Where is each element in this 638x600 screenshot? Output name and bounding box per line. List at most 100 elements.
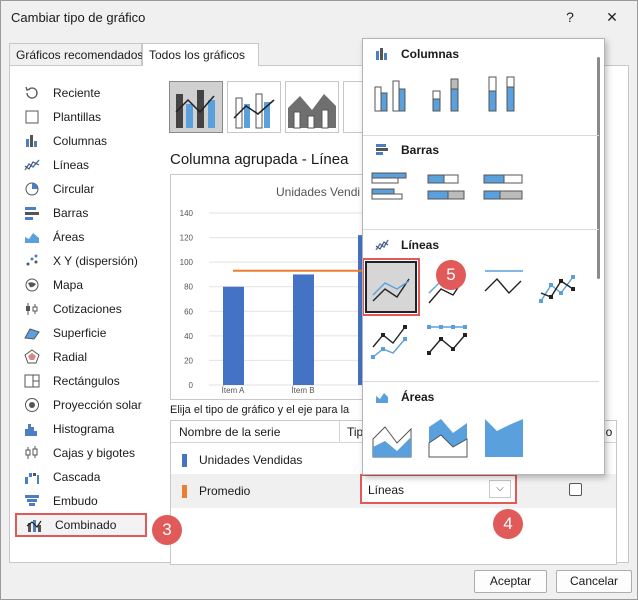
subtype-column-line-secondary-thumb[interactable] (227, 81, 281, 133)
tab-all-charts[interactable]: Todos los gráficos (142, 43, 259, 66)
preview-ytick: 120 (180, 234, 194, 243)
chart-type-item[interactable]: Proyección solar (15, 393, 155, 417)
chart-type-label: Superficie (53, 326, 107, 340)
tab-recommended[interactable]: Gráficos recomendados (9, 43, 143, 66)
chart-type-item[interactable]: Cotizaciones (15, 297, 155, 321)
gallery-100-stacked-bar[interactable] (481, 167, 528, 214)
col-chart-type: Tip (347, 425, 364, 439)
gallery-divider (363, 135, 599, 136)
line-chart-icon (23, 157, 41, 173)
gallery-stacked-column[interactable] (425, 71, 472, 118)
col-divider (339, 421, 340, 443)
gallery-heading-lineas: Líneas (375, 234, 439, 256)
chart-type-item[interactable]: Plantillas (15, 105, 155, 129)
gallery-heading-barras: Barras (375, 139, 439, 161)
gallery-100-stacked-area[interactable] (481, 415, 528, 462)
chart-type-label: Proyección solar (53, 398, 142, 412)
chart-type-item[interactable]: Mapa (15, 273, 155, 297)
secondary-axis-checkbox[interactable] (569, 483, 582, 496)
histogram-chart-icon (23, 421, 41, 437)
bar-chart-icon (375, 143, 391, 157)
subtype-clustered-column-line-thumb[interactable] (169, 81, 223, 133)
box-whisker-chart-icon (23, 445, 41, 461)
preview-title: Unidades Vendi (276, 185, 360, 199)
chart-type-item[interactable]: Rectángulos (15, 369, 155, 393)
map-chart-icon (23, 277, 41, 293)
chart-type-item[interactable]: Cascada (15, 465, 155, 489)
pie-chart-icon (23, 181, 41, 197)
chart-type-label: Reciente (53, 86, 101, 100)
column-chart-icon (23, 133, 41, 149)
bar-chart-icon (23, 205, 41, 221)
gallery-100-stacked-column[interactable] (481, 71, 528, 118)
sunburst-chart-icon (23, 397, 41, 413)
help-button[interactable]: ? (557, 5, 583, 29)
area-chart-icon (375, 390, 391, 404)
series-name: Unidades Vendidas (199, 453, 303, 467)
chart-type-item[interactable]: Barras (15, 201, 155, 225)
chart-type-label: Columnas (53, 134, 108, 148)
chart-type-item[interactable]: X Y (dispersión) (15, 249, 155, 273)
combo-chart-icon (25, 517, 43, 533)
chart-type-item[interactable]: Áreas (15, 225, 155, 249)
chart-type-item[interactable]: Columnas (15, 129, 155, 153)
chart-type-label: Mapa (53, 278, 84, 292)
dialog-title: Cambiar tipo de gráfico (11, 10, 146, 25)
chart-type-item[interactable]: Reciente (15, 81, 155, 105)
callout-5: 5 (436, 260, 466, 290)
gallery-stacked-area[interactable] (425, 415, 472, 462)
chart-type-label: Áreas (53, 230, 85, 244)
preview-ytick: 140 (180, 209, 194, 218)
chart-type-label: Histograma (53, 422, 115, 436)
col-series-name: Nombre de la serie (179, 425, 281, 439)
chart-type-label: Radial (53, 350, 88, 364)
title-bar: Cambiar tipo de gráfico ? ✕ (1, 1, 637, 33)
funnel-chart-icon (23, 493, 41, 509)
gallery-stacked-bar[interactable] (425, 167, 472, 214)
popup-scrollbar[interactable] (597, 57, 600, 279)
series-caption: Elija el tipo de gráfico y el eje para l… (170, 404, 350, 416)
close-button[interactable]: ✕ (599, 5, 625, 29)
radar-chart-icon (23, 349, 41, 365)
promedio-chart-type-select[interactable]: Líneas ⌵ (360, 474, 517, 504)
chart-type-item[interactable]: Cajas y bigotes (15, 441, 155, 465)
line-chart-icon (375, 238, 391, 252)
series-name: Promedio (199, 484, 251, 498)
subtype-area-column-thumb[interactable] (285, 81, 339, 133)
chart-type-item[interactable]: Combinado (15, 513, 147, 537)
change-chart-type-dialog: Cambiar tipo de gráfico ? ✕ Gráficos rec… (0, 0, 638, 600)
chart-type-item[interactable]: Radial (15, 345, 155, 369)
gallery-stacked-line-markers[interactable] (369, 319, 416, 366)
preview-xtick: Ítem A (222, 386, 245, 395)
gallery-line-markers[interactable] (537, 263, 584, 310)
gallery-clustered-column[interactable] (369, 71, 416, 118)
scatter-chart-icon (23, 253, 41, 269)
gallery-divider (363, 229, 599, 230)
area-chart-icon (23, 229, 41, 245)
gallery-divider (363, 381, 599, 382)
chart-type-item[interactable]: Líneas (15, 153, 155, 177)
chart-type-label: Embudo (53, 494, 98, 508)
gallery-clustered-bar[interactable] (369, 167, 416, 214)
chart-type-list: Reciente Plantillas Columnas Líneas Circular… (15, 81, 155, 537)
gallery-line[interactable] (363, 258, 420, 316)
gallery-100-stacked-line[interactable] (481, 263, 528, 310)
preview-bar (223, 286, 244, 385)
stock-chart-icon (23, 301, 41, 317)
chart-type-item[interactable]: Embudo (15, 489, 155, 513)
chart-type-item[interactable]: Circular (15, 177, 155, 201)
gallery-area[interactable] (369, 415, 416, 462)
chart-type-label: Cascada (53, 470, 101, 484)
gallery-100-stacked-line-markers[interactable] (425, 319, 472, 366)
ok-button[interactable]: Aceptar (474, 570, 547, 593)
column-chart-icon (375, 47, 391, 61)
chart-type-item[interactable]: Superficie (15, 321, 155, 345)
surface-chart-icon (23, 325, 41, 341)
callout-4: 4 (493, 509, 523, 539)
chart-type-label: Rectángulos (53, 374, 120, 388)
chart-type-label: Cajas y bigotes (53, 446, 136, 460)
preview-ytick: 80 (184, 283, 193, 292)
cancel-button[interactable]: Cancelar (556, 570, 632, 593)
chart-type-item[interactable]: Histograma (15, 417, 155, 441)
chevron-down-icon[interactable]: ⌵ (489, 480, 511, 498)
